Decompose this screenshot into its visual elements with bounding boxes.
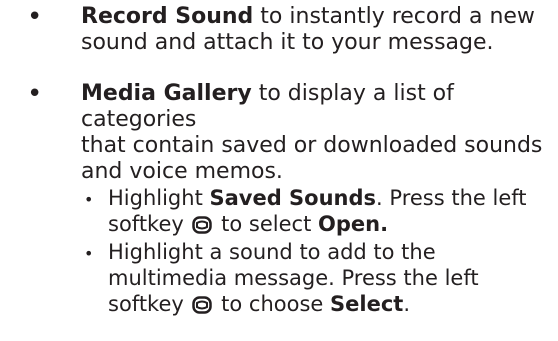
sub-list-item-text: Highlight a sound to add to the multimed… (108, 239, 548, 320)
list-item-text: Record Sound to instantly record a new s… (81, 4, 535, 55)
bullet: • (84, 190, 94, 209)
bullet: • (27, 79, 43, 109)
list-item-text: Media Gallery to display a list of categ… (81, 81, 543, 184)
term-open: Open. (318, 212, 389, 236)
term-media-gallery: Media Gallery (81, 81, 252, 106)
sub-list-item-text: Highlight Saved Sounds. Press the left s… (108, 185, 548, 240)
left-softkey-icon (192, 294, 213, 320)
term-record-sound: Record Sound (81, 4, 254, 29)
bullet: • (27, 2, 43, 32)
document-page: • Record Sound to instantly record a new… (0, 0, 558, 341)
term-select: Select (330, 292, 404, 316)
term-saved-sounds: Saved Sounds (209, 186, 377, 210)
left-softkey-icon (192, 214, 213, 240)
bullet: • (84, 244, 94, 263)
